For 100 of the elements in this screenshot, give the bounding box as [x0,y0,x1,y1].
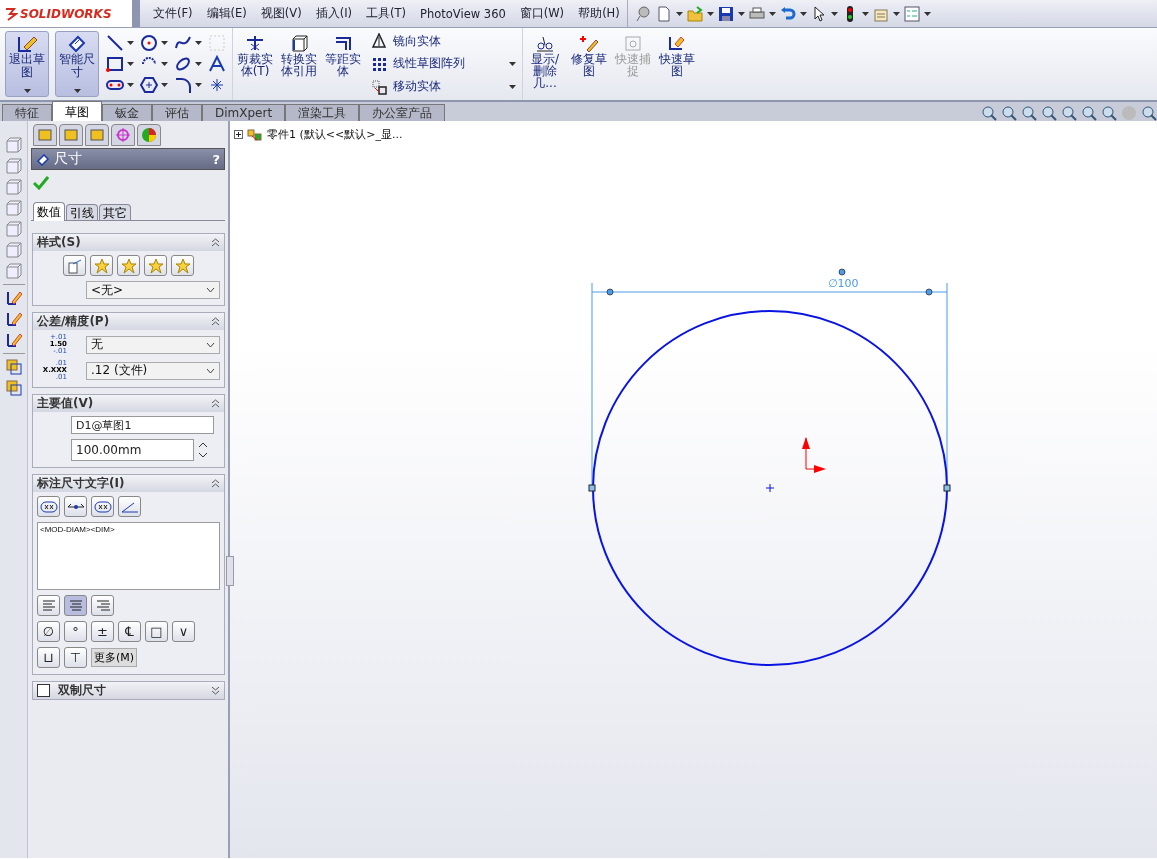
panel-tab[interactable] [111,124,135,146]
text-option-button[interactable] [91,496,114,517]
checkmark-icon[interactable] [33,176,49,190]
cube-icon[interactable] [5,200,22,216]
cube-icon[interactable] [5,179,22,195]
polygon-icon[interactable] [140,76,158,94]
caret-icon[interactable] [509,62,516,66]
caret-icon[interactable] [923,11,931,16]
ribbon-list-item[interactable]: 线性草图阵列 [393,55,503,73]
caret-icon[interactable] [861,11,869,16]
style-button[interactable] [90,255,113,276]
align-button[interactable] [64,595,87,616]
symbol-button[interactable]: □ [145,621,168,642]
command-tab[interactable]: 办公室产品 [359,104,446,121]
panel-tab[interactable] [137,124,161,146]
ribbon-button[interactable]: 显示/删除几... [523,28,567,100]
expand-icon[interactable] [211,686,220,695]
cube-icon[interactable] [5,137,22,153]
checklist-icon[interactable] [903,5,920,22]
ribbon-button[interactable]: 退出草图 [5,31,49,97]
caret-icon[interactable] [161,62,168,66]
zoom-fit-icon[interactable] [981,105,997,121]
ribbon-button[interactable]: 修复草图 [567,28,611,100]
endpoint-handle[interactable] [943,484,951,492]
style-button[interactable] [171,255,194,276]
menu-item[interactable]: PhotoView 360 [413,6,513,21]
symbol-button[interactable]: ± [91,621,114,642]
checkbox[interactable] [37,684,50,697]
collapse-icon[interactable] [211,317,220,326]
rectangle-icon[interactable] [106,55,124,73]
caret-icon[interactable] [127,62,134,66]
expand-plus-icon[interactable] [234,130,243,139]
style-button[interactable] [144,255,167,276]
command-tab[interactable]: 钣金 [102,104,152,121]
tolerance-dropdown[interactable]: .12 (文件) [86,361,220,380]
tolerance-dropdown[interactable]: 无 [86,335,220,354]
ellipse-icon[interactable] [174,55,192,73]
command-tab[interactable]: DimXpert [202,104,286,121]
ribbon-list-item[interactable]: 镜向实体 [393,32,503,50]
pencil-icon[interactable] [5,311,22,327]
panel-subtab[interactable]: 引线 [66,204,98,220]
cube-icon[interactable] [5,242,22,258]
command-tab[interactable]: 特征 [2,104,52,121]
panel-subtab[interactable]: 数值 [33,202,65,221]
style-button[interactable] [63,255,86,276]
style-dropdown[interactable]: <无> [86,281,220,299]
ribbon-button[interactable]: 智能尺寸 [55,31,99,97]
panel-collapse-handle[interactable] [226,556,234,586]
menu-item[interactable]: 帮助(H) [571,6,627,21]
dimension-text-area[interactable]: <MOD-DIAM><DIM> [37,522,220,590]
name-field[interactable]: D1@草图1 [71,416,214,434]
caret-icon[interactable] [706,11,714,16]
caret-icon[interactable] [799,11,807,16]
circle-icon[interactable] [140,34,158,52]
caret-icon[interactable] [73,89,81,93]
symbol-button[interactable]: ° [64,621,87,642]
text-icon[interactable] [208,55,226,73]
symbol-button[interactable]: ⊔ [37,647,60,668]
caret-icon[interactable] [737,11,745,16]
symbol-button[interactable]: ⊤ [64,647,87,668]
caret-icon[interactable] [768,11,776,16]
spinner-icon[interactable] [198,440,208,460]
caret-icon[interactable] [675,11,683,16]
collapse-icon[interactable] [211,479,220,488]
ribbon-button[interactable]: 等距实体 [321,28,365,100]
command-tab[interactable]: 渲染工具 [285,104,360,121]
ribbon-list-item[interactable]: 移动实体 [393,78,503,96]
command-tab[interactable]: 评估 [152,104,202,121]
align-button[interactable] [91,595,114,616]
symbol-button[interactable]: ∨ [172,621,195,642]
line-icon[interactable] [106,34,124,52]
collapse-icon[interactable] [211,399,220,408]
menu-item[interactable]: 窗口(W) [512,6,572,21]
caret-icon[interactable] [127,83,134,87]
save-icon[interactable] [717,5,734,22]
menu-item[interactable]: 编辑(E) [199,6,254,21]
caret-icon[interactable] [830,11,838,16]
menu-item[interactable]: 视图(V) [253,6,309,21]
undo-icon[interactable] [779,5,796,22]
caret-icon[interactable] [161,83,168,87]
symbol-button[interactable]: ℄ [118,621,141,642]
fillet-icon[interactable] [174,76,192,94]
cube-icon[interactable] [5,221,22,237]
printer-icon[interactable] [748,5,765,22]
layers-icon[interactable] [5,359,22,375]
endpoint-handle[interactable] [588,484,596,492]
command-tab[interactable]: 草图 [52,101,102,121]
menu-item[interactable]: 文件(F) [146,6,200,21]
value-field[interactable]: 100.00mm [71,439,194,461]
caret-icon[interactable] [195,41,202,45]
caret-icon[interactable] [195,83,202,87]
caret-icon[interactable] [509,84,516,89]
ribbon-button[interactable]: 转换实体引用 [277,28,321,100]
symbol-button[interactable]: ∅ [37,621,60,642]
style-button[interactable] [117,255,140,276]
menu-item[interactable]: 插入(I) [308,6,360,21]
collapse-icon[interactable] [211,238,220,247]
caret-icon[interactable] [127,41,134,45]
layers-icon[interactable] [5,380,22,396]
tree-item[interactable]: 零件1 (默认<<默认>_显... [267,127,403,142]
